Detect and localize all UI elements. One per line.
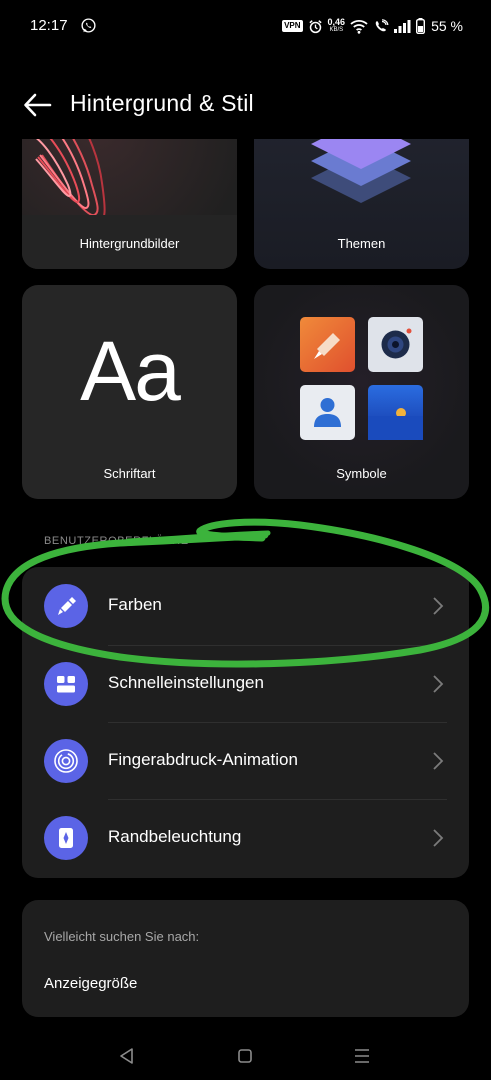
speed-unit: KB/S	[329, 27, 344, 33]
ui-settings-list: Farben Schnelleinstellungen Fingerabdruc…	[22, 567, 469, 878]
chevron-right-icon	[433, 752, 444, 770]
setting-label-fingerprint-animation: Fingerabdruck-Animation	[108, 750, 298, 769]
setting-row-quick-settings[interactable]: Schnelleinstellungen	[22, 645, 469, 721]
wifi-icon	[350, 19, 368, 34]
font-preview-glyph: Aa	[80, 324, 181, 418]
quick-settings-icon	[44, 662, 88, 706]
contacts-app-icon	[300, 385, 355, 440]
content-scroll[interactable]: Hintergrundbilder Themen Aa Schriftart S…	[0, 139, 491, 1039]
font-tile[interactable]: Aa Schriftart	[22, 285, 237, 499]
back-arrow-icon[interactable]	[20, 88, 54, 122]
speed-value: 0,46	[327, 17, 346, 27]
wallpapers-tile[interactable]: Hintergrundbilder	[22, 139, 237, 269]
page-title: Hintergrund & Stil	[70, 90, 254, 116]
font-label: Schriftart	[103, 466, 156, 481]
themes-tile[interactable]: Themen	[254, 139, 469, 269]
gallery-app-icon	[368, 385, 423, 440]
nav-home-icon[interactable]	[233, 1044, 257, 1068]
battery-percentage: 55 %	[431, 18, 463, 34]
paint-app-icon	[300, 317, 355, 372]
chevron-right-icon	[433, 829, 444, 847]
edge-light-icon	[44, 816, 88, 860]
chevron-right-icon	[433, 597, 444, 615]
whatsapp-icon	[81, 18, 96, 33]
nav-recents-icon[interactable]	[350, 1044, 374, 1068]
nav-back-icon[interactable]	[115, 1044, 139, 1068]
setting-row-colors[interactable]: Farben	[22, 567, 469, 643]
signal-icon	[394, 19, 411, 33]
battery-icon	[416, 18, 426, 34]
wallpapers-label: Hintergrundbilder	[79, 236, 180, 251]
setting-row-edge-lighting[interactable]: Randbeleuchtung	[22, 799, 469, 875]
fingerprint-icon	[44, 739, 88, 783]
themes-label: Themen	[337, 236, 386, 251]
brush-icon	[44, 584, 88, 628]
status-icons: VPN 0,46 KB/S 55 %	[282, 14, 463, 38]
suggestions-title: Vielleicht suchen Sie nach:	[44, 929, 200, 944]
symbols-tile[interactable]: Symbole	[254, 285, 469, 499]
setting-label-edge-lighting: Randbeleuchtung	[108, 827, 242, 846]
camera-app-icon	[368, 317, 423, 372]
app-bar: Hintergrund & Stil	[0, 70, 491, 138]
status-time: 12:17	[30, 17, 68, 34]
alarm-icon	[308, 19, 322, 33]
setting-row-fingerprint-animation[interactable]: Fingerabdruck-Animation	[22, 722, 469, 798]
suggestion-display-size[interactable]: Anzeigegröße	[44, 975, 137, 992]
status-bar: 12:17 VPN 0,46 KB/S 55 %	[0, 0, 491, 52]
chevron-right-icon	[433, 675, 444, 693]
wifi-calling-icon	[375, 18, 389, 31]
navigation-bar	[0, 1038, 491, 1080]
vpn-badge: VPN	[282, 20, 303, 32]
setting-label-quick-settings: Schnelleinstellungen	[108, 673, 264, 692]
suggestions-card: Vielleicht suchen Sie nach: Anzeigegröße	[22, 900, 469, 1017]
network-speed: 0,46 KB/S	[328, 18, 346, 34]
symbols-label: Symbole	[336, 466, 387, 481]
setting-label-colors: Farben	[108, 595, 162, 614]
section-header-ui: BENUTZEROBERFLÄCHE	[44, 535, 189, 547]
